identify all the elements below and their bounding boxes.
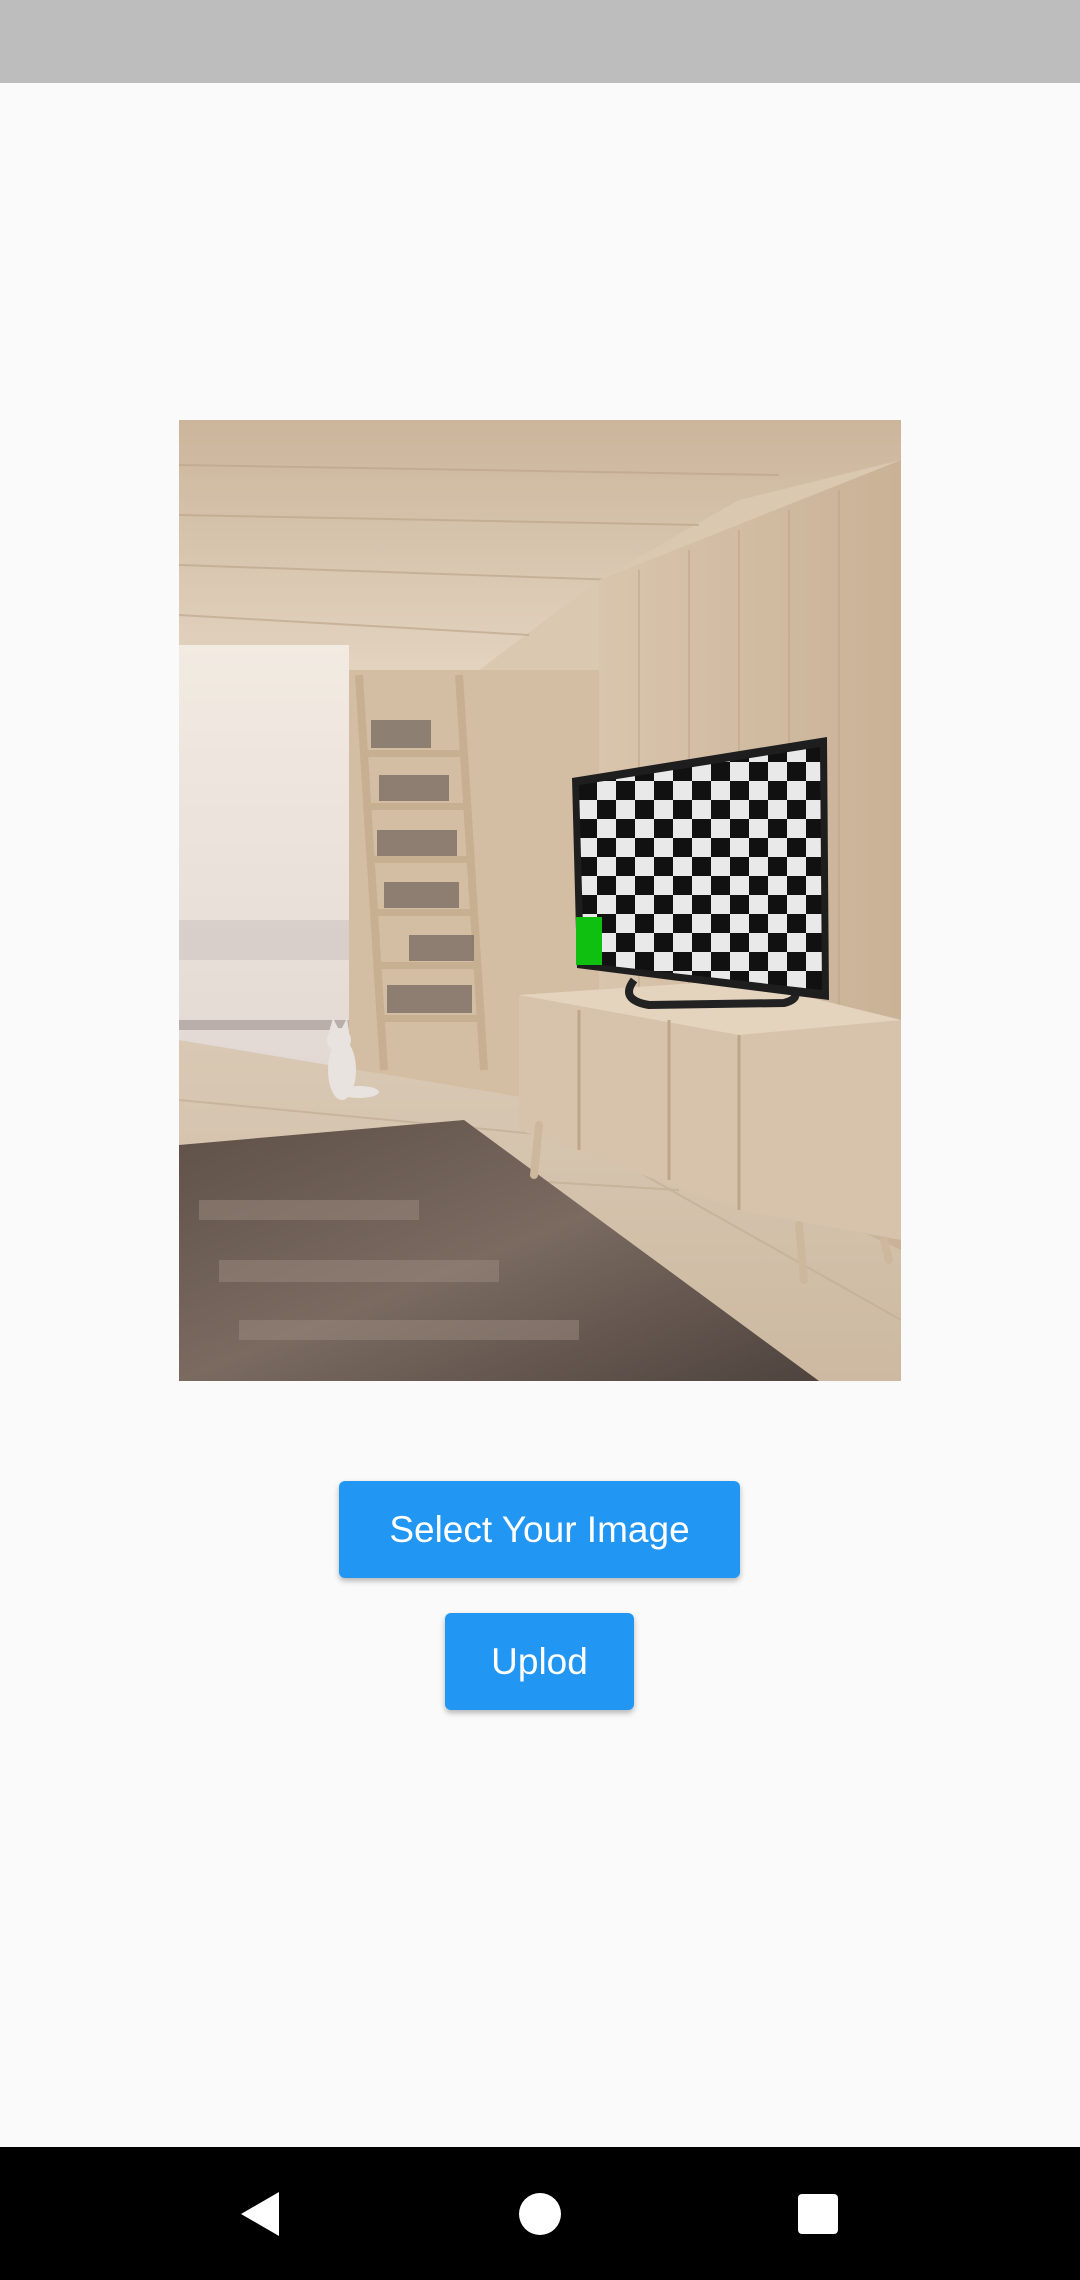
- tv-checkerboard-screen: [579, 747, 822, 990]
- selected-image-preview: [179, 420, 901, 1381]
- back-icon: [241, 2191, 279, 2236]
- status-bar: [0, 0, 1080, 83]
- select-image-button[interactable]: Select Your Image: [339, 1481, 740, 1578]
- navigation-bar: [0, 2147, 1080, 2280]
- back-button[interactable]: [180, 2147, 340, 2280]
- home-icon: [519, 2192, 561, 2235]
- upload-button[interactable]: Uplod: [445, 1613, 634, 1710]
- recents-button[interactable]: [738, 2147, 898, 2280]
- room-photo: [179, 420, 901, 1381]
- home-button[interactable]: [460, 2147, 620, 2280]
- recents-icon: [798, 2193, 838, 2234]
- tv-green-marker: [576, 917, 602, 965]
